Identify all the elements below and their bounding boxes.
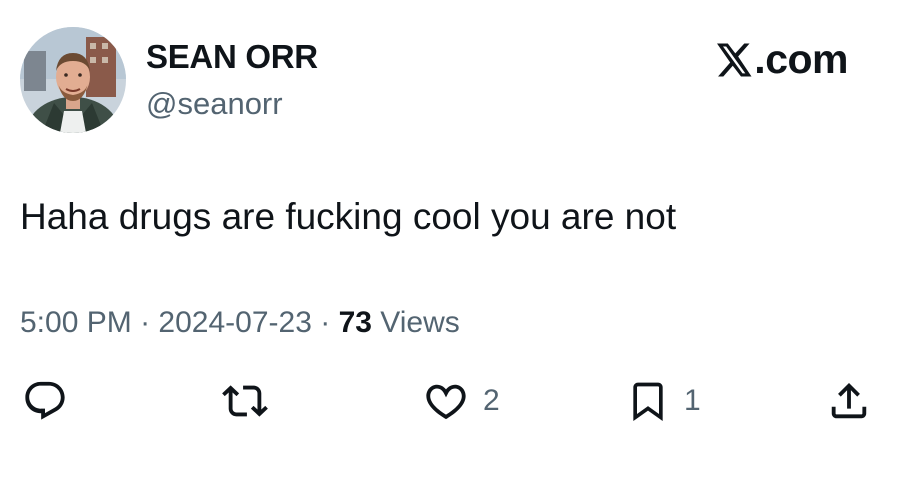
share-icon	[831, 382, 867, 419]
heart-icon	[426, 384, 466, 420]
meta-separator: ·	[140, 306, 151, 339]
action-bar: 2 1	[0, 378, 900, 424]
brand-logo: .com	[717, 36, 848, 83]
like-button[interactable]: 2	[423, 378, 500, 424]
views-count: 73	[338, 306, 372, 339]
user-handle[interactable]: @seanorr	[146, 86, 283, 122]
views-label: Views	[380, 306, 460, 339]
bookmark-icon	[633, 382, 663, 422]
meta-separator: ·	[320, 306, 331, 339]
brand-label: .com	[754, 36, 848, 82]
retweet-icon	[222, 385, 268, 417]
retweet-button[interactable]	[221, 378, 283, 424]
tweet-meta: 5:00 PM · 2024-07-23 · 73 Views	[20, 306, 460, 340]
bookmark-button[interactable]: 1	[626, 378, 701, 424]
tweet-date[interactable]: 2024-07-23	[158, 306, 311, 339]
x-logo-icon	[717, 43, 752, 76]
avatar[interactable]	[20, 27, 126, 133]
reply-icon	[25, 381, 65, 420]
reply-button[interactable]	[22, 378, 82, 424]
display-name[interactable]: SEAN ORR	[146, 38, 318, 76]
tweet-time[interactable]: 5:00 PM	[20, 306, 132, 339]
like-count: 2	[483, 384, 500, 417]
avatar-photo	[20, 27, 126, 133]
share-button[interactable]	[826, 378, 886, 424]
tweet-text: Haha drugs are fucking cool you are not	[20, 196, 677, 237]
bookmark-count: 1	[684, 384, 701, 417]
